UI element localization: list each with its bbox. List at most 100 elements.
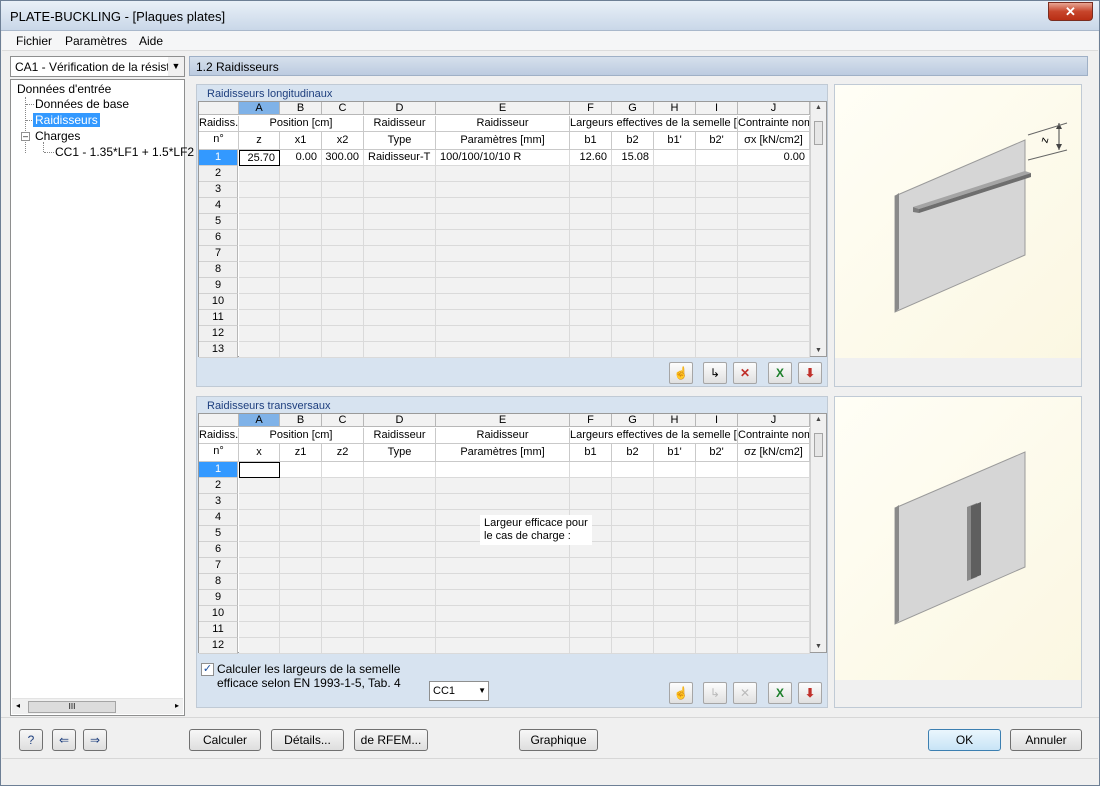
table-cell[interactable] (322, 558, 364, 574)
table-cell[interactable] (570, 462, 612, 478)
row-number[interactable]: 6 (199, 542, 238, 558)
table-cell[interactable] (738, 558, 810, 574)
table-cell[interactable] (738, 574, 810, 590)
table-cell[interactable] (364, 262, 436, 278)
table-cell[interactable] (654, 622, 696, 638)
table-cell[interactable] (239, 558, 280, 574)
table-cell[interactable] (612, 462, 654, 478)
table-cell[interactable] (364, 182, 436, 198)
table-cell[interactable] (322, 462, 364, 478)
table-cell[interactable] (654, 590, 696, 606)
table-cell[interactable] (239, 478, 280, 494)
table-cell[interactable] (696, 150, 738, 166)
table-cell[interactable] (570, 622, 612, 638)
export-excel-icon[interactable]: X (768, 362, 792, 384)
table-cell[interactable] (654, 542, 696, 558)
from-rfem-button[interactable]: de RFEM... (354, 729, 428, 751)
table-cell[interactable] (654, 558, 696, 574)
table-cell[interactable] (364, 214, 436, 230)
table-cell[interactable] (738, 590, 810, 606)
table-cell[interactable] (280, 230, 322, 246)
table-cell[interactable] (570, 294, 612, 310)
table-cell[interactable] (280, 526, 322, 542)
column-letter[interactable]: H (654, 414, 696, 427)
table-cell[interactable] (239, 638, 280, 654)
table-cell[interactable] (280, 542, 322, 558)
table-cell[interactable] (570, 494, 612, 510)
scroll-right-icon[interactable]: ▸ (175, 701, 179, 710)
table-cell[interactable] (696, 462, 738, 478)
column-letter[interactable]: B (280, 414, 322, 427)
table-cell[interactable] (570, 558, 612, 574)
column-letter[interactable]: D (364, 414, 436, 427)
table-cell[interactable]: 0.00 (738, 150, 810, 166)
table-cell[interactable] (570, 342, 612, 358)
table-cell[interactable] (364, 278, 436, 294)
table-cell[interactable] (436, 574, 570, 590)
table-cell[interactable] (612, 510, 654, 526)
table-cell[interactable] (738, 510, 810, 526)
column-letter[interactable]: C (322, 414, 364, 427)
table-cell[interactable] (436, 622, 570, 638)
table-cell[interactable] (322, 526, 364, 542)
table-cell[interactable] (436, 214, 570, 230)
table-cell[interactable] (322, 494, 364, 510)
load-case-select[interactable]: CC1 ▼ (429, 681, 489, 701)
table-cell[interactable] (436, 278, 570, 294)
collapse-icon[interactable]: – (21, 132, 30, 141)
table-cell[interactable] (570, 214, 612, 230)
table-cell[interactable] (239, 542, 280, 558)
table-cell[interactable] (364, 606, 436, 622)
table-cell[interactable] (570, 478, 612, 494)
table-cell[interactable] (322, 310, 364, 326)
table-cell[interactable] (239, 462, 280, 478)
table-cell[interactable] (612, 246, 654, 262)
table-cell[interactable] (570, 606, 612, 622)
table-cell[interactable] (239, 310, 280, 326)
table-cell[interactable] (239, 510, 280, 526)
table-cell[interactable] (654, 462, 696, 478)
table-cell[interactable] (654, 326, 696, 342)
row-number[interactable]: 10 (199, 606, 238, 622)
table-cell[interactable] (364, 342, 436, 358)
table-cell[interactable] (654, 166, 696, 182)
row-number[interactable]: 5 (199, 214, 238, 230)
table-cell[interactable] (696, 310, 738, 326)
table-cell[interactable] (654, 510, 696, 526)
row-number[interactable]: 12 (199, 326, 238, 342)
column-letter[interactable]: G (612, 414, 654, 427)
column-letter[interactable]: B (280, 102, 322, 115)
case-dropdown[interactable]: CA1 - Vérification de la résistanc ▼ (10, 56, 185, 77)
table-cell[interactable] (738, 638, 810, 654)
scroll-up-icon[interactable]: ▲ (815, 104, 822, 111)
table-cell[interactable] (322, 622, 364, 638)
table-cell[interactable] (364, 198, 436, 214)
table-cell[interactable] (738, 294, 810, 310)
table-cell[interactable] (364, 494, 436, 510)
table-cell[interactable] (612, 526, 654, 542)
table-cell[interactable] (364, 294, 436, 310)
table-cell[interactable] (280, 638, 322, 654)
vertical-scrollbar[interactable]: ▲ ▼ (810, 102, 826, 356)
column-letter[interactable]: E (436, 414, 570, 427)
table-cell[interactable] (280, 622, 322, 638)
table-cell[interactable] (696, 558, 738, 574)
table-cell[interactable] (738, 606, 810, 622)
table-cell[interactable] (570, 246, 612, 262)
graphics-button[interactable]: Graphique (519, 729, 598, 751)
table-cell[interactable] (654, 310, 696, 326)
delete-icon[interactable]: ✕ (733, 362, 757, 384)
tree-root[interactable]: Données d'entrée (17, 82, 111, 96)
table-cell[interactable] (696, 198, 738, 214)
table-cell[interactable] (654, 342, 696, 358)
tree-item-stiffeners[interactable]: Raidisseurs (33, 113, 100, 127)
chevron-down-icon[interactable]: ▼ (168, 57, 184, 76)
table-cell[interactable] (280, 214, 322, 230)
table-cell[interactable] (239, 590, 280, 606)
table-cell[interactable] (612, 214, 654, 230)
table-cell[interactable] (239, 246, 280, 262)
table-cell[interactable] (239, 166, 280, 182)
cancel-button[interactable]: Annuler (1010, 729, 1082, 751)
table-cell[interactable] (654, 262, 696, 278)
chevron-down-icon[interactable]: ▼ (478, 686, 486, 695)
